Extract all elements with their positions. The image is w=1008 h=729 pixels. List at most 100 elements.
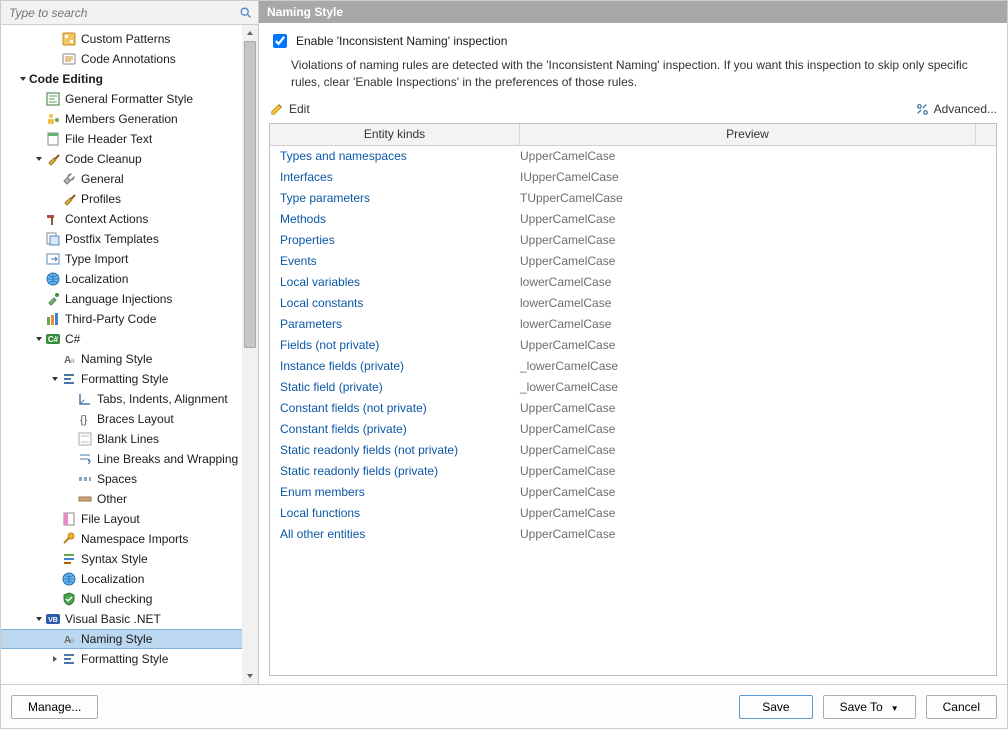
- chevron-down-icon[interactable]: [49, 375, 61, 383]
- table-row[interactable]: Constant fields (private)UpperCamelCase: [270, 419, 996, 440]
- tree-item-label: Members Generation: [65, 112, 178, 126]
- tree-item[interactable]: Line Breaks and Wrapping: [1, 449, 258, 469]
- preview-cell: lowerCamelCase: [520, 275, 996, 289]
- tree-item[interactable]: Third-Party Code: [1, 309, 258, 329]
- tree-item[interactable]: File Header Text: [1, 129, 258, 149]
- table-row[interactable]: Static field (private)_lowerCamelCase: [270, 377, 996, 398]
- search-input[interactable]: [5, 4, 238, 22]
- table-row[interactable]: Fields (not private)UpperCamelCase: [270, 335, 996, 356]
- chevron-down-icon[interactable]: [33, 155, 45, 163]
- tree-item[interactable]: File Layout: [1, 509, 258, 529]
- tree-item-label: Code Cleanup: [65, 152, 142, 166]
- table-body[interactable]: Types and namespacesUpperCamelCaseInterf…: [270, 146, 996, 675]
- tree-item[interactable]: Spaces: [1, 469, 258, 489]
- tree-item[interactable]: Context Actions: [1, 209, 258, 229]
- table-row[interactable]: PropertiesUpperCamelCase: [270, 230, 996, 251]
- tree-item-label: Line Breaks and Wrapping: [97, 452, 238, 466]
- tree-item[interactable]: Namespace Imports: [1, 529, 258, 549]
- globe-icon: [61, 571, 77, 587]
- table-row[interactable]: Local variableslowerCamelCase: [270, 272, 996, 293]
- table-row[interactable]: Local constantslowerCamelCase: [270, 293, 996, 314]
- table-row[interactable]: ParameterslowerCamelCase: [270, 314, 996, 335]
- thirdparty-icon: [45, 311, 61, 327]
- tree-scrollbar[interactable]: [242, 25, 258, 684]
- tree-item[interactable]: Profiles: [1, 189, 258, 209]
- tree-item[interactable]: Tabs, Indents, Alignment: [1, 389, 258, 409]
- shield-icon: [61, 591, 77, 607]
- tree-item[interactable]: General Formatter Style: [1, 89, 258, 109]
- tree-item[interactable]: C#C#: [1, 329, 258, 349]
- manage-button[interactable]: Manage...: [11, 695, 98, 719]
- table-row[interactable]: MethodsUpperCamelCase: [270, 209, 996, 230]
- tree-item-label: Code Editing: [29, 72, 103, 86]
- tree-item-label: Syntax Style: [81, 552, 148, 566]
- table-row[interactable]: Type parametersTUpperCamelCase: [270, 188, 996, 209]
- advanced-button[interactable]: Advanced...: [914, 101, 997, 117]
- tree-item[interactable]: Postfix Templates: [1, 229, 258, 249]
- table-row[interactable]: EventsUpperCamelCase: [270, 251, 996, 272]
- save-button[interactable]: Save: [739, 695, 812, 719]
- entity-kind-cell: Local variables: [270, 275, 520, 289]
- table-row[interactable]: All other entitiesUpperCamelCase: [270, 524, 996, 545]
- tree-item[interactable]: AaNaming Style: [1, 349, 258, 369]
- scroll-up-icon[interactable]: [242, 25, 258, 41]
- tree-item[interactable]: General: [1, 169, 258, 189]
- tree-item[interactable]: Formatting Style: [1, 369, 258, 389]
- table-row[interactable]: Instance fields (private)_lowerCamelCase: [270, 356, 996, 377]
- enable-inspection-checkbox[interactable]: Enable 'Inconsistent Naming' inspection: [269, 31, 997, 51]
- chevron-down-icon[interactable]: [33, 615, 45, 623]
- chevron-right-icon[interactable]: [49, 655, 61, 663]
- entity-kind-cell: Local functions: [270, 506, 520, 520]
- table-row[interactable]: Enum membersUpperCamelCase: [270, 482, 996, 503]
- table-toolbar: Edit Advanced...: [269, 101, 997, 117]
- scroll-down-icon[interactable]: [242, 668, 258, 684]
- tree-item[interactable]: Syntax Style: [1, 549, 258, 569]
- table-row[interactable]: Static readonly fields (private)UpperCam…: [270, 461, 996, 482]
- tree-item[interactable]: Localization: [1, 269, 258, 289]
- vb-icon: VB: [45, 611, 61, 627]
- col-preview[interactable]: Preview: [520, 124, 976, 145]
- tree-item[interactable]: Localization: [1, 569, 258, 589]
- settings-tree[interactable]: Custom PatternsCode Annotations Code Edit…: [1, 25, 258, 673]
- tree-item[interactable]: Members Generation: [1, 109, 258, 129]
- tree-item-label: Formatting Style: [81, 372, 168, 386]
- tree-item[interactable]: Blank Lines: [1, 429, 258, 449]
- tree-item[interactable]: Null checking: [1, 589, 258, 609]
- save-to-button[interactable]: Save To▼: [823, 695, 916, 719]
- tree-item[interactable]: Code Cleanup: [1, 149, 258, 169]
- wrap-icon: [77, 451, 93, 467]
- cancel-button[interactable]: Cancel: [926, 695, 997, 719]
- tree-item[interactable]: AaNaming Style: [1, 629, 258, 649]
- preview-cell: UpperCamelCase: [520, 401, 996, 415]
- tree-item[interactable]: {}Braces Layout: [1, 409, 258, 429]
- chevron-down-icon[interactable]: [33, 335, 45, 343]
- tree-item[interactable]: Type Import: [1, 249, 258, 269]
- tree-item[interactable]: Code Annotations: [1, 49, 258, 69]
- table-row[interactable]: Types and namespacesUpperCamelCase: [270, 146, 996, 167]
- tree-item[interactable]: Custom Patterns: [1, 29, 258, 49]
- enable-inspection-input[interactable]: [273, 34, 287, 48]
- col-entity-kinds[interactable]: Entity kinds: [270, 124, 520, 145]
- entity-kind-cell: Parameters: [270, 317, 520, 331]
- tree-item-label: Tabs, Indents, Alignment: [97, 392, 228, 406]
- col-spacer: [976, 124, 996, 145]
- scroll-thumb[interactable]: [244, 41, 256, 348]
- members-icon: [45, 111, 61, 127]
- tree-item[interactable]: VBVisual Basic .NET: [1, 609, 258, 629]
- tree-item[interactable]: Other: [1, 489, 258, 509]
- entity-kind-cell: Constant fields (not private): [270, 401, 520, 415]
- table-row[interactable]: Local functionsUpperCamelCase: [270, 503, 996, 524]
- tree-item[interactable]: Code Editing: [1, 69, 258, 89]
- table-row[interactable]: Constant fields (not private)UpperCamelC…: [270, 398, 996, 419]
- tools-icon: [914, 101, 930, 117]
- tree-item-label: Other: [97, 492, 127, 506]
- preview-cell: UpperCamelCase: [520, 464, 996, 478]
- search-icon[interactable]: [238, 5, 254, 21]
- tree-item[interactable]: Language Injections: [1, 289, 258, 309]
- table-row[interactable]: InterfacesIUpperCamelCase: [270, 167, 996, 188]
- edit-button[interactable]: Edit: [269, 101, 310, 117]
- table-row[interactable]: Static readonly fields (not private)Uppe…: [270, 440, 996, 461]
- tree-item-label: General: [81, 172, 124, 186]
- tree-item[interactable]: Formatting Style: [1, 649, 258, 669]
- chevron-down-icon[interactable]: [17, 75, 29, 83]
